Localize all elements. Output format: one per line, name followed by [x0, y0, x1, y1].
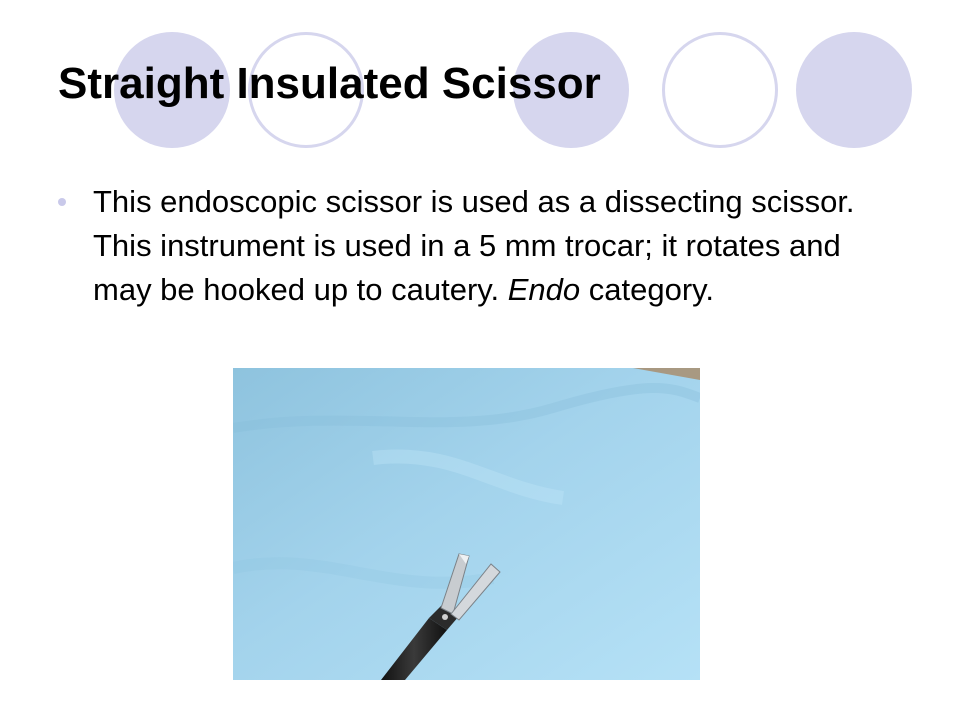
slide-title: Straight Insulated Scissor: [58, 59, 601, 108]
bullet-item: This endoscopic scissor is used as a dis…: [56, 180, 896, 312]
bullet-dot-icon: [58, 198, 66, 206]
bullet-text-end: category.: [580, 272, 714, 307]
bullet-text-main: This endoscopic scissor is used as a dis…: [93, 184, 855, 307]
decor-circle-4: [662, 32, 778, 148]
decor-circle-5: [796, 32, 912, 148]
bullet-emphasis: Endo: [507, 272, 581, 307]
slide: Straight Insulated Scissor This endoscop…: [0, 0, 960, 720]
scissor-photo: [233, 368, 700, 680]
bullet-text: This endoscopic scissor is used as a dis…: [93, 180, 896, 312]
